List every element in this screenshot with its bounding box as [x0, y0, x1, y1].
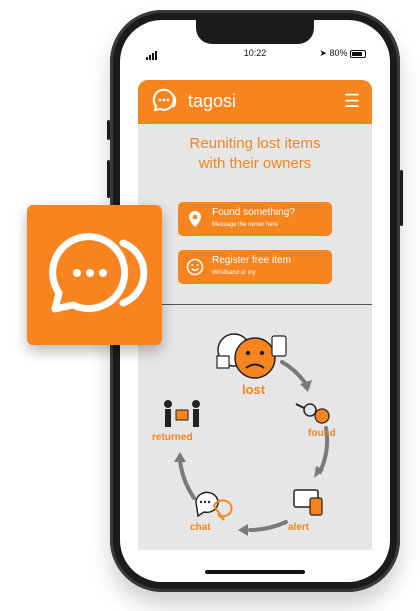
app-name: tagosi — [188, 91, 237, 111]
hero-line-2: with their owners — [198, 155, 312, 172]
menu-icon[interactable]: ☰ — [344, 92, 360, 110]
step-label-alert: alert — [288, 522, 310, 533]
found-something-button[interactable]: Found something? Message the owner here — [178, 202, 332, 236]
step-label-lost: lost — [242, 382, 266, 397]
hero-tagline: Reuniting lost items with their owners — [138, 134, 372, 174]
found-something-subtitle: Message the owner here — [212, 222, 279, 228]
chat-bubble-icon — [152, 88, 177, 112]
status-bar: 10:22 ➤ 80% — [120, 20, 390, 66]
step-label-returned: returned — [152, 432, 193, 443]
cycle-arrows — [164, 333, 330, 536]
found-keys-icon — [295, 403, 330, 424]
app-icon — [27, 205, 162, 345]
smiley-icon — [186, 258, 204, 276]
chat-bubble-icon — [49, 233, 148, 313]
reunite-cycle-diagram: lost found alert chat returned — [138, 310, 372, 544]
battery-icon — [350, 49, 366, 58]
volume-up-button — [107, 160, 110, 198]
register-item-button[interactable]: Register free item Wristband or toy — [178, 250, 332, 284]
step-label-found: found — [308, 428, 336, 439]
home-indicator[interactable] — [205, 570, 305, 574]
returned-handover-icon — [164, 400, 200, 427]
divider — [138, 304, 372, 305]
app-header: tagosi ☰ — [138, 80, 372, 124]
alert-devices-icon — [293, 489, 323, 516]
register-item-title: Register free item — [212, 255, 291, 266]
chat-bubbles-icon — [195, 491, 233, 521]
lost-illustration — [216, 333, 287, 379]
main-content: Reuniting lost items with their owners F… — [138, 124, 372, 550]
power-button — [400, 170, 403, 226]
register-item-subtitle: Wristband or toy — [212, 270, 256, 276]
battery-percent: 80% — [329, 48, 348, 58]
location-pin-icon — [189, 211, 201, 227]
mute-switch — [107, 120, 110, 140]
step-label-chat: chat — [190, 522, 211, 533]
hero-line-1: Reuniting lost items — [189, 135, 321, 152]
found-something-title: Found something? — [212, 207, 295, 218]
battery-indicator: ➤ 80% — [319, 48, 366, 59]
